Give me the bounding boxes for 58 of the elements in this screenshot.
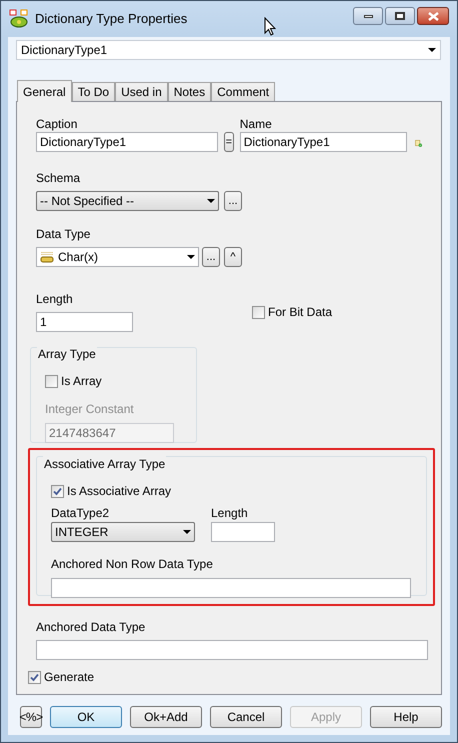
mouse-cursor-icon xyxy=(264,17,276,36)
field-label: Anchored Data Type xyxy=(36,620,146,634)
checkmark-icon xyxy=(30,672,39,682)
checkbox[interactable] xyxy=(45,374,58,388)
tab[interactable]: Notes xyxy=(168,82,212,101)
length-field[interactable]: 1 xyxy=(36,312,133,332)
object-dropdown[interactable]: DictionaryType1 xyxy=(16,40,441,60)
dropdown-arrow-icon xyxy=(183,530,191,534)
expand-button[interactable]: ^ xyxy=(224,247,242,267)
dropdown-arrow-icon xyxy=(187,255,195,259)
field-label: Schema xyxy=(36,171,80,185)
checkbox-label: Generate xyxy=(44,669,94,686)
tab[interactable]: General xyxy=(17,80,72,102)
dropdown-arrow-icon xyxy=(428,48,436,52)
checkbox[interactable] xyxy=(252,306,265,318)
dialog-button[interactable]: Help xyxy=(370,706,442,728)
field-label: Data Type xyxy=(36,227,90,241)
field-label: Caption xyxy=(36,117,78,132)
tab[interactable]: Used in xyxy=(115,82,168,101)
name-field[interactable]: DictionaryType1 xyxy=(240,132,407,152)
close-icon xyxy=(428,12,438,20)
caption-field[interactable]: DictionaryType1 xyxy=(36,132,218,152)
data-type-icon xyxy=(40,251,54,263)
anchored-data-type-field[interactable] xyxy=(36,640,428,660)
minimize-button[interactable] xyxy=(353,7,383,25)
close-button[interactable] xyxy=(417,7,449,25)
dialog-button[interactable]: Cancel xyxy=(210,706,282,728)
equals-button[interactable]: = xyxy=(224,132,234,152)
field-label: DataType2 xyxy=(51,506,110,521)
app-icon xyxy=(9,9,29,29)
datatype2-dropdown[interactable]: INTEGER xyxy=(51,522,195,542)
browse-button[interactable]: ... xyxy=(224,191,242,211)
checkbox-label: Is Array xyxy=(61,373,102,390)
group-title: Associative Array Type xyxy=(43,455,166,473)
anchored-non-row-field[interactable] xyxy=(51,578,411,598)
field-label: Name xyxy=(240,117,273,132)
group-title: Array Type xyxy=(37,345,97,363)
field-label: Anchored Non Row Data Type xyxy=(51,557,213,571)
dialog-button[interactable]: OK xyxy=(50,706,122,728)
schema-dropdown[interactable]: -- Not Specified -- xyxy=(36,191,219,211)
data-type-dropdown[interactable]: Char(x) xyxy=(36,247,199,267)
field-label: Integer Constant xyxy=(45,402,134,416)
length-field[interactable] xyxy=(211,522,275,542)
checkmark-icon xyxy=(53,486,62,496)
dialog-button[interactable]: <%> xyxy=(20,706,42,728)
checkbox[interactable] xyxy=(28,670,41,684)
checkbox-label: Is Associative Array xyxy=(67,483,172,500)
dropdown-arrow-icon xyxy=(207,199,215,203)
field-label: Length xyxy=(211,506,249,521)
browse-button[interactable]: ... xyxy=(202,247,220,267)
field-label: Length xyxy=(36,292,73,306)
checkbox-label: For Bit Data xyxy=(268,304,332,321)
dialog-button[interactable]: Ok+Add xyxy=(130,706,202,728)
tab[interactable]: Comment xyxy=(211,82,276,101)
tab[interactable]: To Do xyxy=(72,82,116,101)
maximize-button[interactable] xyxy=(385,7,415,25)
checkbox[interactable] xyxy=(51,484,64,498)
window-title: Dictionary Type Properties xyxy=(35,10,188,28)
